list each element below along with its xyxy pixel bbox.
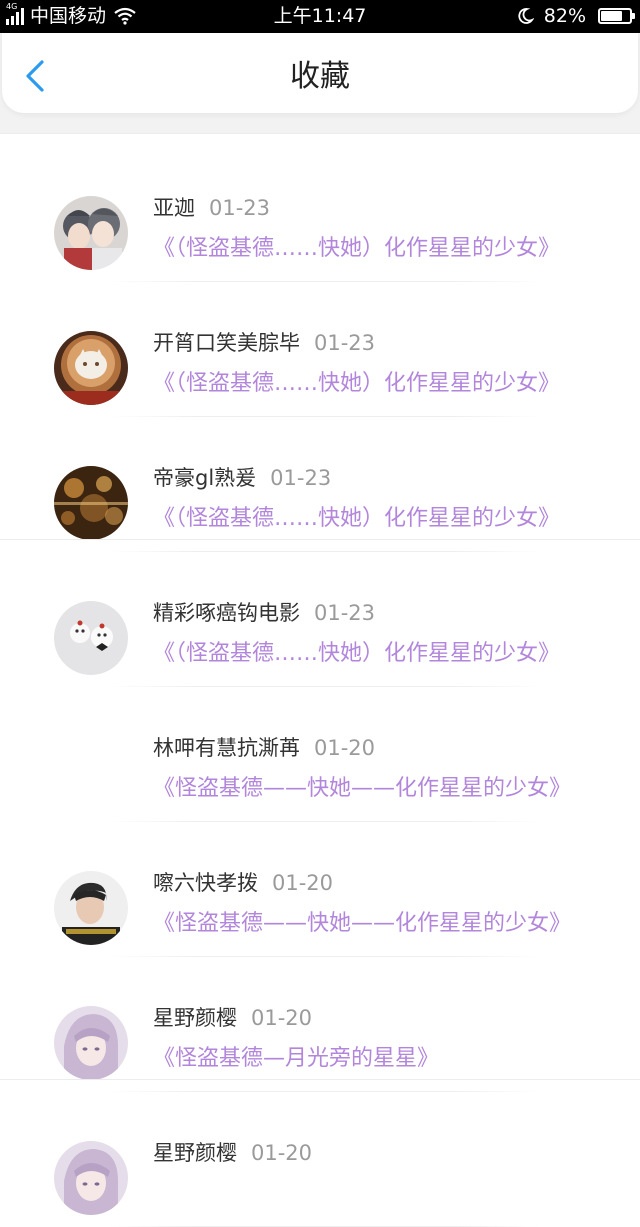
list-item[interactable]: 嚓六快孝拨 01-20 《怪盗基德——快她——化作星星的少女》 [0, 821, 640, 957]
user-name[interactable]: 精彩啄癌钩电影 [153, 601, 300, 625]
date-label: 01-20 [272, 871, 334, 895]
avatar-portrait[interactable] [54, 871, 128, 945]
status-bar: 4G 中国移动 上午11:47 82% [0, 0, 640, 33]
name-row: 帝豪gl熟爰 01-23 [153, 464, 331, 492]
user-name[interactable]: 嚓六快孝拨 [153, 871, 258, 895]
name-row: 林呷有慧抗澌苒 01-20 [153, 734, 375, 762]
work-title-link[interactable]: 《（怪盗基德……快她）化作星星的少女》 [153, 235, 560, 263]
list-item[interactable]: 亚迦 01-23 《（怪盗基德……快她）化作星星的少女》 [0, 146, 640, 282]
list-item[interactable]: 林呷有慧抗澌苒 01-20 《怪盗基德——快她——化作星星的少女》 [0, 686, 640, 822]
user-name[interactable]: 林呷有慧抗澌苒 [153, 736, 300, 760]
name-row: 开筲口笑美腙毕 01-23 [153, 329, 375, 357]
work-title-link[interactable]: 《（怪盗基德……快她）化作星星的少女》 [153, 505, 560, 533]
date-label: 01-20 [251, 1141, 313, 1165]
avatar-latte-art[interactable] [54, 331, 128, 405]
moon-icon [518, 8, 534, 24]
avatar-anime-lavender[interactable] [54, 1006, 128, 1080]
avatar-anime-duo[interactable] [54, 196, 128, 270]
avatar-empty [54, 736, 128, 810]
name-row: 嚓六快孝拨 01-20 [153, 869, 333, 897]
user-name[interactable]: 星野颜樱 [153, 1006, 237, 1030]
date-label: 01-23 [209, 196, 271, 220]
list-item[interactable]: 星野颜樱 01-20 [0, 1091, 640, 1227]
battery-percent: 82% [543, 5, 586, 27]
date-label: 01-20 [251, 1006, 313, 1030]
avatar-amber-bokeh[interactable] [54, 466, 128, 540]
work-title-link[interactable]: 《（怪盗基德……快她）化作星星的少女》 [153, 640, 560, 668]
user-name[interactable]: 亚迦 [153, 196, 195, 220]
name-row: 精彩啄癌钩电影 01-23 [153, 599, 375, 627]
date-label: 01-20 [314, 736, 376, 760]
date-label: 01-23 [314, 601, 376, 625]
list-item[interactable]: 精彩啄癌钩电影 01-23 《（怪盗基德……快她）化作星星的少女》 [0, 551, 640, 687]
list-item[interactable]: 星野颜樱 01-20 《怪盗基德—月光旁的星星》 [0, 956, 640, 1092]
work-title-link[interactable]: 《怪盗基德—月光旁的星星》 [153, 1045, 439, 1073]
date-label: 01-23 [314, 331, 376, 355]
user-name[interactable]: 开筲口笑美腙毕 [153, 331, 300, 355]
list-item[interactable]: 开筲口笑美腙毕 01-23 《（怪盗基德……快她）化作星星的少女》 [0, 281, 640, 417]
avatar-anime-lavender[interactable] [54, 1141, 128, 1215]
work-title-link[interactable]: 《怪盗基德——快她——化作星星的少女》 [153, 775, 571, 803]
user-name[interactable]: 帝豪gl熟爰 [153, 466, 256, 490]
section-divider [0, 1079, 640, 1080]
list-item[interactable]: 帝豪gl熟爰 01-23 《（怪盗基德……快她）化作星星的少女》 [0, 416, 640, 552]
nav-header: 收藏 [2, 33, 638, 113]
user-name[interactable]: 星野颜樱 [153, 1141, 237, 1165]
battery-icon [598, 8, 635, 24]
page-title: 收藏 [290, 59, 350, 94]
name-row: 亚迦 01-23 [153, 194, 270, 222]
name-row: 星野颜樱 01-20 [153, 1139, 312, 1167]
name-row: 星野颜樱 01-20 [153, 1004, 312, 1032]
work-title-link[interactable]: 《怪盗基德——快她——化作星星的少女》 [153, 910, 571, 938]
section-divider [0, 539, 640, 540]
work-title-link[interactable]: 《（怪盗基德……快她）化作星星的少女》 [153, 370, 560, 398]
avatar-white-figurines[interactable] [54, 601, 128, 675]
status-right: 82% [516, 5, 635, 27]
date-label: 01-23 [270, 466, 332, 490]
